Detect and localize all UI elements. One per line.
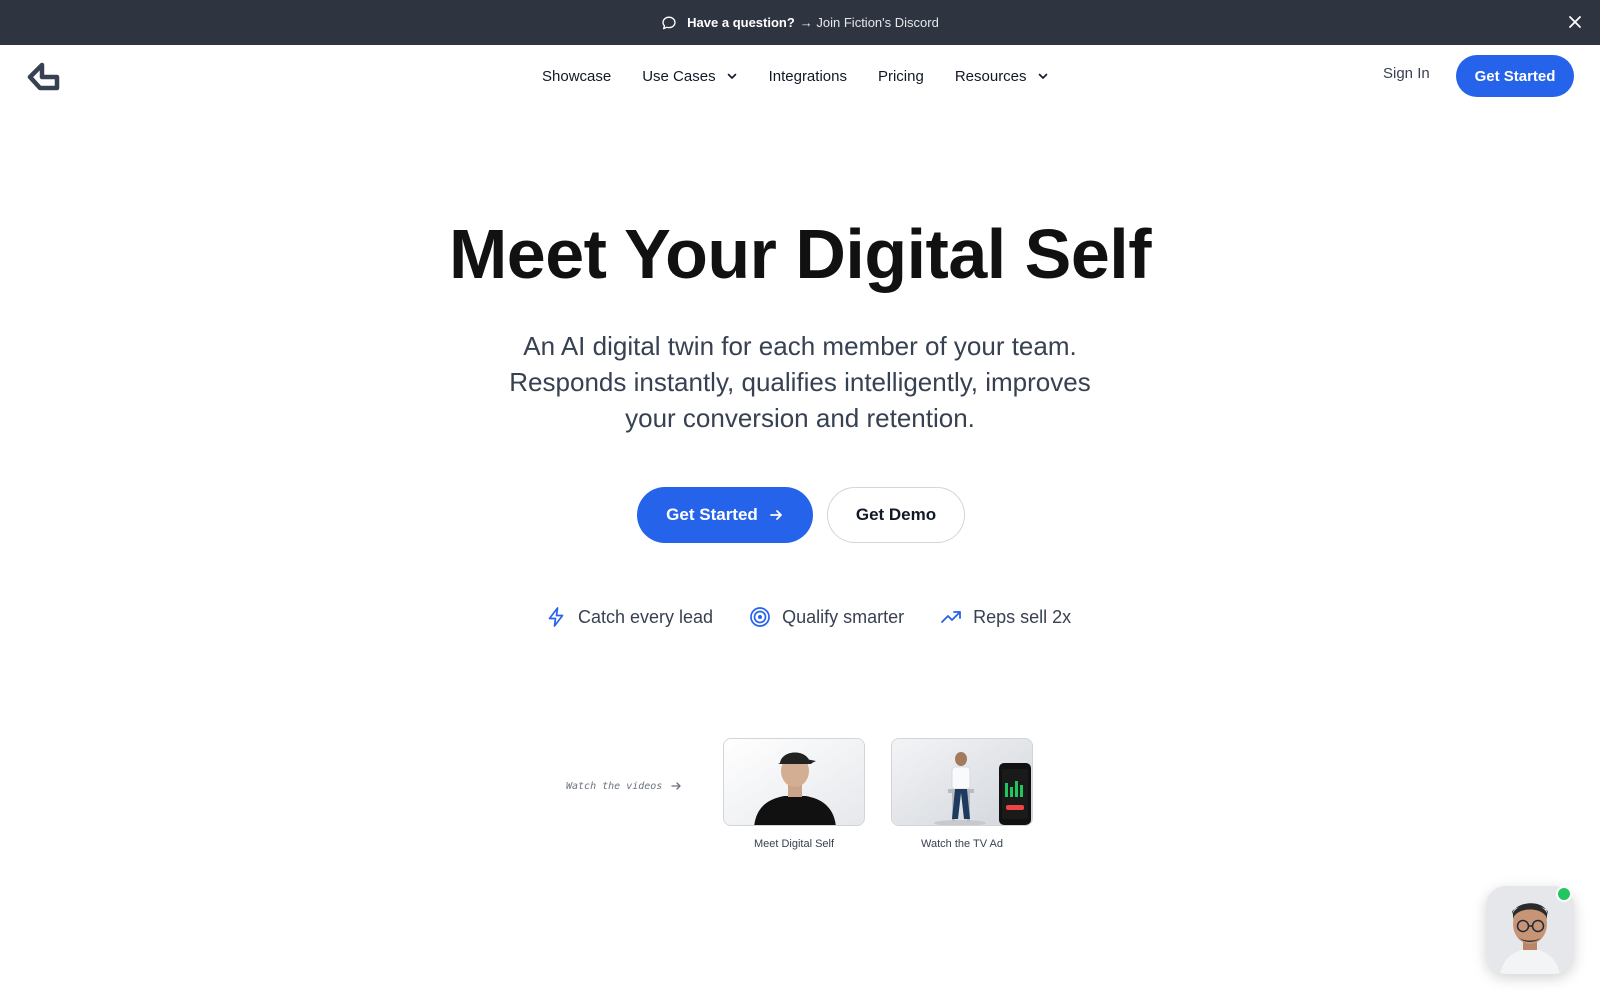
nav-item-showcase[interactable]: Showcase: [542, 68, 611, 85]
nav-item-resources[interactable]: Resources: [955, 68, 1049, 85]
nav-item-integrations[interactable]: Integrations: [769, 68, 847, 85]
chevron-down-icon: [1037, 70, 1049, 82]
lightning-icon: [545, 606, 567, 628]
arrow-right-icon: [768, 507, 784, 523]
feature-label: Catch every lead: [578, 606, 714, 627]
feature-item: Qualify smarter: [749, 606, 904, 628]
nav-item-label: Pricing: [877, 67, 924, 85]
chat-bubble-icon: [661, 15, 677, 31]
sign-in-link[interactable]: Sign In: [1383, 65, 1430, 82]
feature-label: Reps sell 2x: [973, 606, 1072, 627]
trending-up-icon: [940, 606, 962, 628]
online-status-dot: [1556, 886, 1572, 902]
top-nav: Showcase Use Cases Integrations Pricing …: [0, 45, 1600, 107]
nav-item-label: Use Cases: [642, 67, 716, 85]
announcement-question: Have a question?: [687, 15, 795, 30]
nav-item-use-cases[interactable]: Use Cases: [642, 68, 737, 85]
hero-subtitle-line: Responds instantly, qualifies intelligen…: [509, 367, 1091, 397]
nav-item-label: Integrations: [768, 67, 847, 85]
video-card-meet-digital-self[interactable]: Meet Digital Self: [723, 738, 865, 850]
video-thumbnail[interactable]: [723, 738, 865, 826]
close-icon[interactable]: [1566, 13, 1584, 31]
video-thumbnail[interactable]: [891, 738, 1033, 826]
hero-subtitle-line: your conversion and retention.: [625, 403, 975, 433]
nav-item-label: Resources: [954, 67, 1027, 85]
feature-list: Catch every lead Qualify smarter Reps se…: [545, 606, 1071, 628]
discord-link[interactable]: → Join Fiction's Discord: [800, 15, 939, 30]
announcement-bar: Have a question? → Join Fiction's Discor…: [0, 0, 1600, 45]
nav-get-started-button[interactable]: Get Started: [1456, 55, 1574, 97]
feature-label: Qualify smarter: [782, 606, 905, 627]
video-caption: Watch the TV Ad: [921, 838, 1003, 850]
hero-subtitle: An AI digital twin for each member of yo…: [480, 328, 1120, 436]
get-demo-button[interactable]: Get Demo: [827, 487, 965, 543]
video-caption: Meet Digital Self: [753, 838, 835, 850]
watch-videos-label: Watch the videos: [566, 780, 663, 792]
nav-item-label: Showcase: [542, 67, 612, 85]
watch-videos-prompt: Watch the videos: [566, 780, 682, 792]
target-icon: [749, 606, 771, 628]
hero-cta-row: Get Started Get Demo: [637, 487, 965, 543]
video-card-tv-ad[interactable]: Watch the TV Ad: [891, 738, 1033, 850]
hero-subtitle-line: An AI digital twin for each member of yo…: [523, 331, 1077, 361]
nav-item-pricing[interactable]: Pricing: [878, 68, 924, 85]
hero-get-started-button[interactable]: Get Started: [637, 487, 813, 543]
chevron-down-icon: [726, 70, 738, 82]
button-label: Get Started: [666, 505, 758, 524]
feature-item: Reps sell 2x: [940, 606, 1071, 628]
feature-item: Catch every lead: [545, 606, 713, 628]
main-menu: Showcase Use Cases Integrations Pricing …: [542, 45, 1049, 107]
hero-title: Meet Your Digital Self: [448, 215, 1152, 293]
arrow-right-icon: [670, 780, 682, 792]
fiction-logo[interactable]: [26, 57, 62, 93]
